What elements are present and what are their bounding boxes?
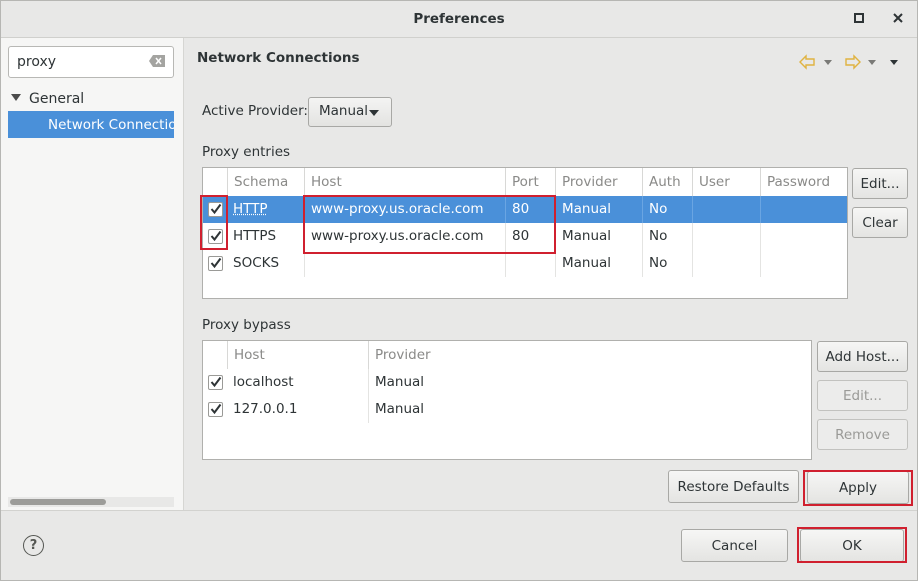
table-row[interactable]: HTTPS www-proxy.us.oracle.com 80 Manual … <box>203 223 847 250</box>
column-header-provider[interactable]: Provider <box>368 341 811 369</box>
cell-user <box>692 250 760 277</box>
scrollbar-thumb[interactable] <box>10 499 106 505</box>
edit-bypass-button[interactable]: Edit... <box>817 380 908 411</box>
remove-bypass-button[interactable]: Remove <box>817 419 908 450</box>
column-header-host[interactable]: Host <box>227 341 368 369</box>
cell-host: 127.0.0.1 <box>233 401 298 417</box>
ok-button[interactable]: OK <box>800 529 904 562</box>
title-bar: Preferences <box>1 1 917 38</box>
clear-search-icon[interactable] <box>149 55 165 67</box>
forward-dropdown-icon[interactable] <box>868 60 876 65</box>
cell-auth: No <box>642 196 692 223</box>
cell-password <box>760 250 847 277</box>
active-provider-label: Active Provider: <box>202 103 308 119</box>
view-menu-icon[interactable] <box>890 60 898 65</box>
add-host-button[interactable]: Add Host... <box>817 341 908 372</box>
enable-checkbox[interactable] <box>208 402 223 417</box>
dropdown-arrow-icon <box>369 110 379 116</box>
back-arrow-icon[interactable] <box>799 54 815 70</box>
filter-input-value: proxy <box>17 54 57 70</box>
cell-user <box>692 223 760 250</box>
cell-provider: Manual <box>555 223 642 250</box>
table-row[interactable]: SOCKS Manual No <box>203 250 847 277</box>
cell-schema: HTTPS <box>233 228 277 244</box>
table-row[interactable]: localhost Manual <box>203 369 811 396</box>
proxy-entries-label: Proxy entries <box>202 144 291 160</box>
cancel-button[interactable]: Cancel <box>681 529 788 562</box>
tree-item-general[interactable]: General <box>11 91 84 111</box>
cell-provider: Manual <box>368 369 811 396</box>
tree-item-network-connections[interactable]: Network Connections <box>8 111 174 138</box>
tree-item-general-label: General <box>29 91 85 107</box>
column-header-password[interactable]: Password <box>760 168 847 196</box>
cell-user <box>692 196 760 223</box>
active-provider-value: Manual <box>319 103 369 119</box>
enable-checkbox[interactable] <box>208 256 223 271</box>
cell-host <box>304 250 505 277</box>
window-title: Preferences <box>413 11 505 27</box>
enable-checkbox[interactable] <box>208 202 223 217</box>
cell-schema: HTTP <box>233 201 268 217</box>
page-title: Network Connections <box>197 50 360 66</box>
cell-auth: No <box>642 250 692 277</box>
cell-port: 80 <box>505 223 555 250</box>
edit-proxy-button[interactable]: Edit... <box>852 168 908 199</box>
dialog-footer: ? Cancel OK <box>1 510 917 580</box>
column-header-user[interactable]: User <box>692 168 760 196</box>
expand-arrow-icon[interactable] <box>11 94 21 101</box>
preference-page: Network Connections Active Provider: Man… <box>185 38 917 510</box>
cell-provider: Manual <box>555 250 642 277</box>
proxy-entries-table[interactable]: Schema Host Port Provider Auth User Pass… <box>202 167 848 299</box>
horizontal-scrollbar[interactable] <box>8 497 174 507</box>
enable-checkbox[interactable] <box>208 229 223 244</box>
cell-host: www-proxy.us.oracle.com <box>304 223 505 250</box>
proxy-bypass-header: Host Provider <box>203 341 811 369</box>
column-header-auth[interactable]: Auth <box>642 168 692 196</box>
cell-provider: Manual <box>368 396 811 423</box>
proxy-bypass-label: Proxy bypass <box>202 317 291 333</box>
table-row[interactable]: HTTP www-proxy.us.oracle.com 80 Manual N… <box>203 196 847 223</box>
table-row[interactable]: 127.0.0.1 Manual <box>203 396 811 423</box>
cell-host: localhost <box>233 374 294 390</box>
cell-auth: No <box>642 223 692 250</box>
preferences-window: Preferences proxy General Network Connec… <box>0 0 918 581</box>
cell-port <box>505 250 555 277</box>
proxy-entries-header: Schema Host Port Provider Auth User Pass… <box>203 168 847 196</box>
cell-password <box>760 196 847 223</box>
forward-arrow-icon[interactable] <box>845 54 861 70</box>
close-icon[interactable] <box>889 10 907 28</box>
preference-tree-pane: proxy General Network Connections <box>1 38 184 510</box>
active-provider-dropdown[interactable]: Manual <box>308 97 392 127</box>
cell-password <box>760 223 847 250</box>
column-header-host[interactable]: Host <box>304 168 505 196</box>
back-dropdown-icon[interactable] <box>824 60 832 65</box>
column-header-schema[interactable]: Schema <box>227 168 304 196</box>
help-icon[interactable]: ? <box>23 535 44 556</box>
clear-proxy-button[interactable]: Clear <box>852 207 908 238</box>
enable-checkbox[interactable] <box>208 375 223 390</box>
proxy-bypass-table[interactable]: Host Provider localhost Manual 127.0.0.1… <box>202 340 812 460</box>
cell-port: 80 <box>505 196 555 223</box>
restore-defaults-button[interactable]: Restore Defaults <box>668 470 799 503</box>
page-navigation <box>798 52 908 72</box>
column-header-provider[interactable]: Provider <box>555 168 642 196</box>
cell-schema: SOCKS <box>233 255 280 271</box>
column-header-port[interactable]: Port <box>505 168 555 196</box>
minimize-icon[interactable] <box>850 10 868 28</box>
apply-button[interactable]: Apply <box>807 471 909 504</box>
cell-host: www-proxy.us.oracle.com <box>304 196 505 223</box>
cell-provider: Manual <box>555 196 642 223</box>
